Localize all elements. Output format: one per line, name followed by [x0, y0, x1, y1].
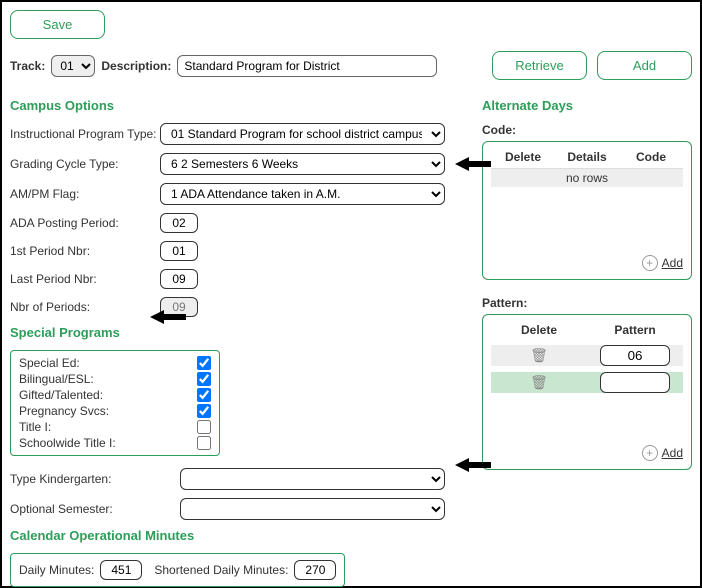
shortened-daily-minutes-label: Shortened Daily Minutes: — [154, 563, 288, 577]
pattern-card: Delete Pattern 🗑 🗑 + Add — [482, 314, 692, 470]
trash-icon[interactable]: 🗑 — [530, 347, 548, 364]
special-program-checkbox[interactable] — [197, 436, 211, 450]
special-programs-box: Special Ed: Bilingual/ESL: Gifted/Talented… — [10, 350, 220, 456]
calendar-operational-minutes-header: Calendar Operational Minutes — [10, 528, 470, 543]
pattern-add-link[interactable]: Add — [662, 446, 683, 460]
no-rows-text: no rows — [491, 169, 683, 187]
daily-minutes-input[interactable] — [100, 560, 142, 580]
track-label: Track: — [10, 59, 45, 73]
shortened-daily-minutes-input[interactable] — [294, 560, 336, 580]
save-button[interactable]: Save — [10, 10, 105, 39]
pattern-row: 🗑 — [491, 372, 683, 393]
code-add-link[interactable]: Add — [662, 256, 683, 270]
pattern-col-pattern: Pattern — [587, 323, 683, 337]
optional-semester-select[interactable] — [180, 498, 445, 520]
special-programs-header: Special Programs — [10, 325, 470, 340]
ada-posting-period-input[interactable] — [160, 213, 198, 233]
pattern-label: Pattern: — [482, 296, 692, 310]
last-period-nbr-input[interactable] — [160, 269, 198, 289]
plus-icon[interactable]: + — [642, 255, 658, 271]
pattern-row: 🗑 — [491, 345, 683, 366]
first-period-nbr-label: 1st Period Nbr: — [10, 244, 160, 258]
pattern-input[interactable] — [600, 345, 670, 366]
type-kindergarten-label: Type Kindergarten: — [10, 472, 180, 486]
nbr-of-periods-input — [160, 297, 198, 317]
special-program-label: Special Ed: — [19, 356, 80, 370]
nbr-of-periods-label: Nbr of Periods: — [10, 300, 160, 314]
instructional-program-type-label: Instructional Program Type: — [10, 127, 160, 141]
description-label: Description: — [101, 59, 171, 73]
add-button[interactable]: Add — [597, 51, 692, 80]
trash-icon[interactable]: 🗑 — [530, 374, 548, 391]
special-program-checkbox[interactable] — [197, 404, 211, 418]
special-program-label: Title I: — [19, 420, 51, 434]
code-card: Delete Details Code no rows + Add — [482, 141, 692, 280]
pattern-input[interactable] — [600, 372, 670, 393]
alternate-days-header: Alternate Days — [482, 98, 692, 113]
special-program-label: Schoolwide Title I: — [19, 436, 116, 450]
plus-icon[interactable]: + — [642, 445, 658, 461]
special-program-checkbox[interactable] — [197, 356, 211, 370]
campus-options-header: Campus Options — [10, 98, 470, 113]
special-program-checkbox[interactable] — [197, 372, 211, 386]
special-program-label: Bilingual/ESL: — [19, 372, 94, 386]
first-period-nbr-input[interactable] — [160, 241, 198, 261]
special-program-checkbox[interactable] — [197, 420, 211, 434]
minutes-box: Daily Minutes: Shortened Daily Minutes: — [10, 553, 345, 587]
grading-cycle-type-label: Grading Cycle Type: — [10, 157, 160, 171]
retrieve-button[interactable]: Retrieve — [492, 51, 587, 80]
ada-posting-period-label: ADA Posting Period: — [10, 216, 160, 230]
code-col-details: Details — [555, 150, 619, 164]
grading-cycle-type-select[interactable]: 6 2 Semesters 6 Weeks — [160, 153, 445, 175]
daily-minutes-label: Daily Minutes: — [19, 563, 94, 577]
code-col-delete: Delete — [491, 150, 555, 164]
code-label: Code: — [482, 123, 692, 137]
special-program-checkbox[interactable] — [197, 388, 211, 402]
special-program-label: Pregnancy Svcs: — [19, 404, 109, 418]
instructional-program-type-select[interactable]: 01 Standard Program for school district … — [160, 123, 445, 145]
description-input[interactable] — [177, 55, 437, 77]
special-program-label: Gifted/Talented: — [19, 388, 103, 402]
type-kindergarten-select[interactable] — [180, 468, 445, 490]
last-period-nbr-label: Last Period Nbr: — [10, 272, 160, 286]
optional-semester-label: Optional Semester: — [10, 502, 180, 516]
track-select[interactable]: 01 — [51, 55, 95, 77]
am-pm-flag-label: AM/PM Flag: — [10, 187, 160, 201]
am-pm-flag-select[interactable]: 1 ADA Attendance taken in A.M. — [160, 183, 445, 205]
code-col-code: Code — [619, 150, 683, 164]
pattern-col-delete: Delete — [491, 323, 587, 337]
